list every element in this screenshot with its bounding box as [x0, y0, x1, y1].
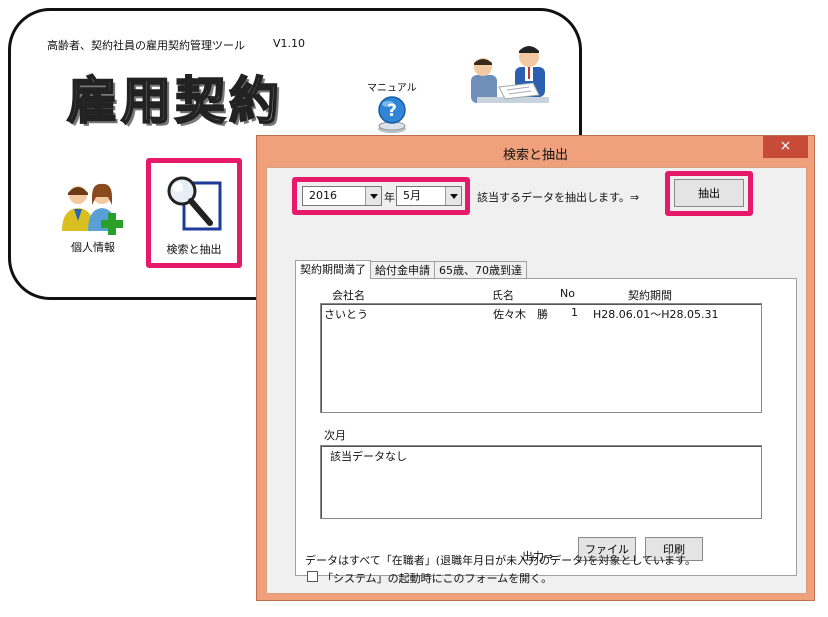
year-value: 2016 — [309, 189, 337, 202]
next-month-list[interactable]: 該当データなし — [320, 445, 762, 519]
app-logo: 雇用契約 — [66, 70, 283, 131]
consultation-illustration — [471, 46, 549, 103]
close-icon: × — [779, 138, 792, 154]
column-header-no: No — [560, 287, 575, 300]
month-dropdown-arrow[interactable] — [445, 187, 461, 205]
manual-button[interactable]: ? — [375, 95, 409, 135]
help-icon: ? — [378, 96, 406, 133]
column-header-company: 会社名 — [332, 289, 365, 302]
cell-period: H28.06.01～H28.05.31 — [593, 308, 719, 321]
startup-checkbox-label: 「システム」の起動時にこのフォームを開く。 — [322, 572, 553, 585]
magnifier-icon — [167, 176, 222, 231]
app-title: 高齢者、契約社員の雇用契約管理ツール — [47, 39, 245, 52]
list-item[interactable]: さいとう 佐々木 勝 1 H28.06.01～H28.05.31 — [321, 304, 761, 321]
extract-button[interactable]: 抽出 — [674, 179, 744, 207]
close-button[interactable]: × — [763, 136, 808, 158]
search-extract-tile[interactable]: 検索と抽出 — [146, 158, 242, 268]
personal-info-tile[interactable]: 個人情報 — [55, 181, 131, 255]
year-dropdown-arrow[interactable] — [365, 187, 381, 205]
month-value: 5月 — [403, 189, 421, 202]
tab-contract-expiry[interactable]: 契約期間満了 — [295, 260, 371, 279]
chevron-down-icon — [369, 193, 378, 199]
manual-label: マニュアル — [367, 83, 417, 94]
search-extract-dialog: 検索と抽出 × 2016 年 5月 該当するデータを抽出します。⇒ 抽出 契約期… — [256, 135, 815, 601]
column-header-name: 氏名 — [492, 289, 514, 302]
note-text: データはすべて「在職者」(退職年月日が未入力のデータ)を対象としています。 — [305, 554, 696, 567]
cell-no: 1 — [571, 306, 578, 319]
year-select[interactable]: 2016 — [302, 186, 382, 206]
svg-text:?: ? — [387, 101, 397, 121]
results-list[interactable]: さいとう 佐々木 勝 1 H28.06.01～H28.05.31 — [320, 303, 762, 413]
dialog-title: 検索と抽出 — [502, 148, 568, 163]
tab-benefit-application[interactable]: 給付金申請 — [370, 261, 435, 278]
chevron-down-icon — [449, 193, 458, 199]
search-extract-label: 検索と抽出 — [166, 243, 222, 256]
year-suffix: 年 — [384, 191, 395, 204]
startup-checkbox[interactable] — [307, 571, 318, 582]
next-month-label: 次月 — [324, 429, 346, 442]
cell-company: さいとう — [324, 308, 368, 321]
personal-info-label: 個人情報 — [71, 241, 115, 254]
tab-panel: 会社名 氏名 No 契約期間 さいとう 佐々木 勝 1 H28.06.01～H2… — [295, 278, 797, 576]
column-header-period: 契約期間 — [628, 289, 672, 302]
month-select[interactable]: 5月 — [396, 186, 462, 206]
cell-name: 佐々木 勝 — [493, 308, 548, 321]
dialog-body: 2016 年 5月 該当するデータを抽出します。⇒ 抽出 契約期間満了 給付金申… — [266, 167, 807, 594]
extract-instruction: 該当するデータを抽出します。⇒ — [477, 191, 640, 204]
tab-age-milestone[interactable]: 65歳、70歳到達 — [434, 261, 527, 278]
next-month-text: 該当データなし — [330, 450, 407, 463]
users-add-icon — [62, 183, 123, 235]
app-version: V1.10 — [273, 37, 306, 50]
